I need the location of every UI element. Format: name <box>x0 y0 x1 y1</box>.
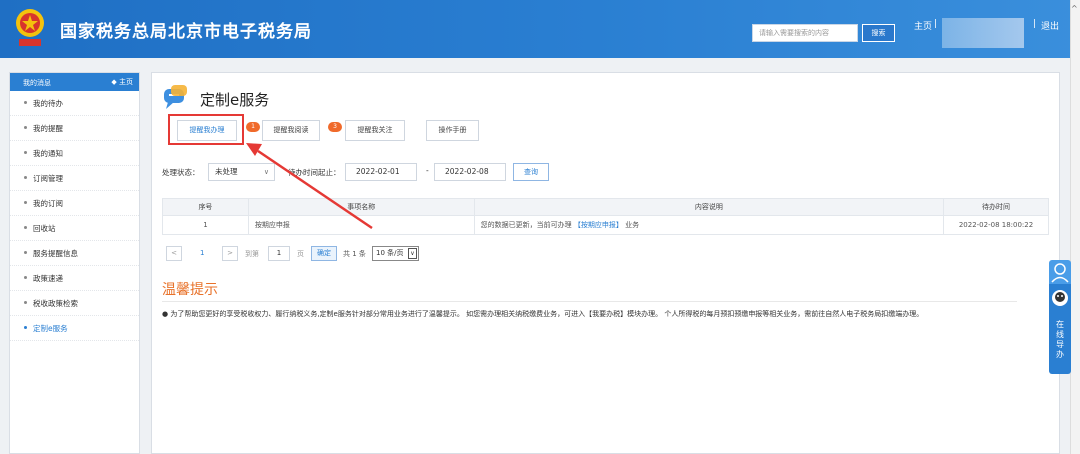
status-label: 处理状态： <box>162 168 200 177</box>
pager-confirm-button[interactable]: 确定 <box>311 246 337 261</box>
tips-text: ● 为了帮助您更好的享受税收权力、履行纳税义务,定制e服务针对部分常用业务进行了… <box>162 310 924 318</box>
sidebar-item-label: 我的待办 <box>33 99 63 108</box>
col-header-item: 事项名称 <box>247 198 475 216</box>
cell-no: 1 <box>162 215 249 235</box>
logout-link[interactable]: 退出 <box>1041 19 1059 32</box>
tab-remind-me-to-follow[interactable]: 提醒我关注 <box>345 120 405 141</box>
search-input[interactable]: 请输入需要搜索的内容 <box>752 24 858 42</box>
tab-remind-me-to-read[interactable]: 提醒我阅读 <box>262 120 320 141</box>
sidebar-item-label: 我的提醒 <box>33 124 63 133</box>
desc-suffix: 业务 <box>625 221 640 229</box>
pager-goto-input[interactable]: 1 <box>268 246 290 261</box>
bullet-icon <box>24 101 27 104</box>
sidebar-item-label: 服务提醒信息 <box>33 249 78 258</box>
pager-total: 共 1 条 <box>343 250 366 258</box>
date-from-input[interactable]: 2022-02-01 <box>345 163 417 181</box>
cell-time: 2022-02-08 18:00:22 <box>943 215 1049 235</box>
sidebar-header: 我的消息 ◆ 主页 <box>10 73 139 91</box>
user-info-blurred[interactable] <box>942 18 1024 48</box>
tab-badge-read: 3 <box>328 122 342 132</box>
pager-page-unit: 页 <box>297 250 304 258</box>
page-size-value: 10 条/页 <box>376 249 404 257</box>
date-dash: - <box>426 166 429 175</box>
bullet-icon <box>24 251 27 254</box>
search-button[interactable]: 搜索 <box>862 24 895 42</box>
bullet-icon <box>24 326 27 329</box>
sidebar-item-policy-search[interactable]: 税收政策检索 <box>10 291 139 316</box>
page-size-select[interactable]: 10 条/页 ∨ <box>372 246 419 261</box>
sidebar-item-label: 税收政策检索 <box>33 299 78 308</box>
top-header: 国家税务总局北京市电子税务局 请输入需要搜索的内容 搜索 主页 | | 退出 <box>0 0 1080 58</box>
bullet-icon <box>24 151 27 154</box>
sidebar-item-policy-express[interactable]: 政策速递 <box>10 266 139 291</box>
chevron-down-icon: ∨ <box>408 248 417 259</box>
table-row[interactable]: 1 按期应申报 您的数据已更新，当前可办理 【按期应申报】 业务 2022-02… <box>162 215 1049 235</box>
col-header-time: 待办时间 <box>943 198 1049 216</box>
chevron-down-icon: ∨ <box>263 168 269 176</box>
sidebar-item-label: 回收站 <box>33 224 56 233</box>
cell-desc: 您的数据已更新，当前可办理 【按期应申报】 业务 <box>473 215 945 235</box>
tips-divider <box>162 301 1017 302</box>
nav-separator: | <box>1033 19 1037 29</box>
pager-current-page[interactable]: 1 <box>200 249 204 257</box>
cell-item-name: 按期应申报 <box>247 215 475 235</box>
bullet-icon <box>24 276 27 279</box>
sidebar-item-service-reminders[interactable]: 服务提醒信息 <box>10 241 139 266</box>
bullet-icon <box>24 301 27 304</box>
pager-next-button[interactable]: > <box>222 246 238 261</box>
date-to-input[interactable]: 2022-02-08 <box>434 163 506 181</box>
sidebar-item-label: 政策速递 <box>33 274 63 283</box>
query-button[interactable]: 查询 <box>513 163 549 181</box>
tab-badge-handle: 1 <box>246 122 260 132</box>
tax-emblem-icon <box>16 9 44 46</box>
page-title: 定制e服务 <box>200 91 270 109</box>
status-select[interactable]: 未处理 ∨ <box>208 163 275 181</box>
tips-title: 温馨提示 <box>162 282 218 298</box>
float-user-icon[interactable] <box>1049 260 1071 284</box>
window-scrollbar[interactable] <box>1070 0 1080 454</box>
nav-separator: | <box>934 19 938 29</box>
home-link[interactable]: 主页 <box>914 19 932 32</box>
annotation-highlight-box <box>168 114 244 145</box>
col-header-desc: 内容说明 <box>473 198 945 216</box>
sidebar-item-reminders[interactable]: 我的提醒 <box>10 116 139 141</box>
bullet-icon <box>24 126 27 129</box>
bullet-icon <box>24 176 27 179</box>
sidebar-item-label: 我的通知 <box>33 149 63 158</box>
sidebar-item-subscription-mgmt[interactable]: 订阅管理 <box>10 166 139 191</box>
pager-goto-label: 到第 <box>245 250 259 258</box>
sidebar-item-label: 订阅管理 <box>33 174 63 183</box>
sidebar-item-todo[interactable]: 我的待办 <box>10 91 139 116</box>
sidebar-item-label: 我的订阅 <box>33 199 63 208</box>
bullet-icon <box>24 201 27 204</box>
desc-link[interactable]: 【按期应申报】 <box>574 221 623 229</box>
todo-table: 序号 事项名称 内容说明 待办时间 1 按期应申报 您的数据已更新，当前可办理 … <box>162 198 1049 235</box>
sidebar-item-my-subscriptions[interactable]: 我的订阅 <box>10 191 139 216</box>
pager-prev-button[interactable]: < <box>166 246 182 261</box>
online-guide-label: 在线导办 <box>1056 320 1064 359</box>
sidebar-item-label: 定制e服务 <box>33 324 68 333</box>
sidebar-item-recycle-bin[interactable]: 回收站 <box>10 216 139 241</box>
table-header-row: 序号 事项名称 内容说明 待办时间 <box>162 198 1049 216</box>
status-select-value: 未处理 <box>215 167 238 176</box>
sidebar-home-link[interactable]: ◆ 主页 <box>111 77 133 87</box>
sidebar-item-custom-e-service[interactable]: 定制e服务 <box>10 316 139 341</box>
tab-user-manual[interactable]: 操作手册 <box>426 120 479 141</box>
scroll-up-icon[interactable]: ^ <box>1071 4 1078 13</box>
assistant-avatar-icon <box>1052 290 1068 306</box>
col-header-no: 序号 <box>162 198 249 216</box>
date-range-label: 待办时间起止： <box>288 168 341 177</box>
chat-bubble-icon <box>164 85 187 109</box>
site-title: 国家税务总局北京市电子税务局 <box>60 22 312 42</box>
sidebar-title: 我的消息 <box>23 79 51 87</box>
sidebar-item-notices[interactable]: 我的通知 <box>10 141 139 166</box>
sidebar: 我的消息 ◆ 主页 我的待办 我的提醒 我的通知 订阅管理 我的订阅 回收站 服… <box>9 72 140 454</box>
bullet-icon <box>24 226 27 229</box>
desc-prefix: 您的数据已更新，当前可办理 <box>480 221 572 229</box>
